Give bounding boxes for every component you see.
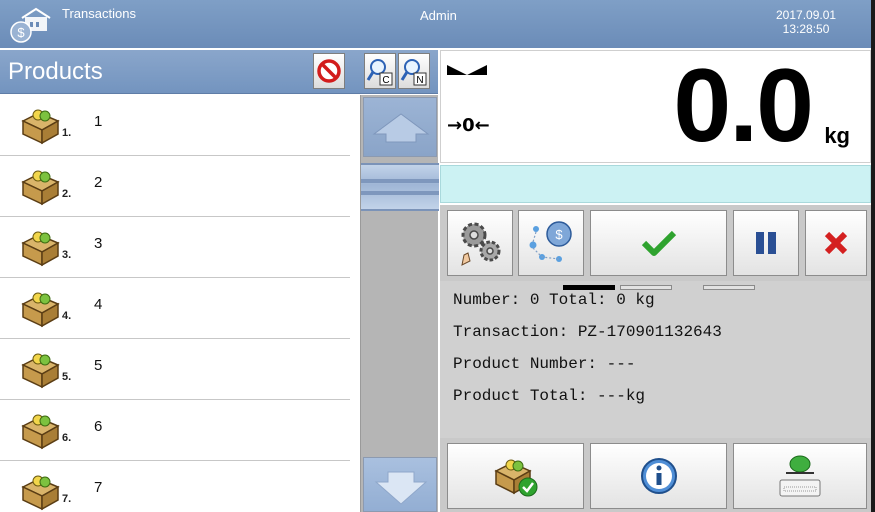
- list-item[interactable]: 7. 7: [0, 461, 350, 512]
- item-index: 5.: [62, 371, 72, 383]
- product-box-icon: [20, 408, 62, 450]
- product-box-icon: [20, 225, 62, 267]
- search-n-icon: N: [400, 59, 427, 86]
- transaction-text: Transaction: PZ-170901132643: [453, 323, 722, 341]
- item-name: 1: [94, 113, 103, 130]
- no-entry-icon: [317, 59, 341, 83]
- product-box-icon: [20, 103, 62, 145]
- function-toolbar: $: [440, 205, 871, 281]
- list-item[interactable]: 4. 4: [0, 278, 350, 339]
- svg-text:$: $: [555, 227, 563, 242]
- thumb-grip: [361, 191, 439, 195]
- app-window: $ Transactions Admin 2017.09.01 13:28:50…: [0, 0, 875, 512]
- svg-text:N: N: [416, 75, 423, 86]
- item-name: 2: [94, 174, 103, 191]
- accept-button[interactable]: [590, 210, 727, 276]
- product-box-icon: [20, 164, 62, 206]
- products-header: Products C N: [0, 50, 438, 94]
- products-title: Products: [8, 58, 103, 85]
- svg-text:$: $: [17, 25, 25, 40]
- info-button[interactable]: [590, 443, 727, 509]
- datetime: 2017.09.01 13:28:50: [776, 8, 836, 36]
- search-code-button[interactable]: C: [364, 53, 396, 89]
- stability-icon: [447, 63, 487, 82]
- product-total-text: Product Total: ---kg: [453, 387, 646, 405]
- list-item[interactable]: 1. 1: [0, 95, 350, 156]
- svg-text:C: C: [382, 75, 389, 86]
- item-name: 6: [94, 418, 103, 435]
- page-tab-2[interactable]: [620, 285, 672, 290]
- date-text: 2017.09.01: [776, 8, 837, 22]
- list-scrollbar[interactable]: [360, 95, 439, 512]
- item-index: 3.: [62, 249, 72, 261]
- connection-button[interactable]: $: [518, 210, 584, 276]
- number-total-text: Number: 0 Total: 0 kg: [453, 291, 655, 309]
- product-box-icon: [20, 347, 62, 389]
- pause-icon: [756, 232, 776, 254]
- checkmark-icon: [641, 230, 676, 256]
- product-number-text: Product Number: ---: [453, 355, 636, 373]
- list-item[interactable]: 5. 5: [0, 339, 350, 400]
- window-title: Transactions: [62, 6, 136, 21]
- scroll-thumb[interactable]: [361, 163, 439, 211]
- item-name: 3: [94, 235, 103, 252]
- product-accept-button[interactable]: [447, 443, 584, 509]
- item-name: 4: [94, 296, 103, 313]
- list-item[interactable]: 2. 2: [0, 156, 350, 217]
- title-bar: $ Transactions Admin 2017.09.01 13:28:50: [0, 0, 875, 48]
- pause-button[interactable]: [733, 210, 799, 276]
- item-index: 4.: [62, 310, 72, 322]
- zero-indicator: →0←: [447, 115, 490, 136]
- page-tab-1[interactable]: [563, 285, 615, 290]
- printer-icon: [779, 455, 821, 497]
- network-coin-icon: $: [529, 221, 572, 262]
- product-box-icon: [20, 469, 62, 511]
- clear-filter-button[interactable]: [313, 53, 345, 89]
- frame-border: [871, 0, 875, 512]
- product-list: 1. 1 2. 2 3. 3 4. 4 5. 5 6. 6 7. 7: [0, 95, 360, 512]
- product-box-icon: [20, 286, 62, 328]
- user-label: Admin: [420, 8, 457, 23]
- weight-display: →0← 0.0 kg: [440, 48, 871, 164]
- scroll-up-button[interactable]: [363, 97, 437, 157]
- item-index: 7.: [62, 493, 72, 505]
- item-index: 1.: [62, 127, 72, 139]
- print-button[interactable]: [733, 443, 867, 509]
- settings-button[interactable]: [447, 210, 513, 276]
- weight-unit: kg: [824, 123, 850, 148]
- arrow-up-icon: [372, 113, 430, 143]
- page-tab-3[interactable]: [703, 285, 755, 290]
- item-index: 6.: [62, 432, 72, 444]
- box-check-icon: [493, 459, 537, 497]
- search-name-button[interactable]: N: [398, 53, 430, 89]
- gears-icon: [461, 222, 501, 266]
- x-icon: [824, 231, 848, 255]
- info-bar: [440, 165, 871, 203]
- transaction-details: Number: 0 Total: 0 kg Transaction: PZ-17…: [440, 281, 871, 438]
- list-item[interactable]: 6. 6: [0, 400, 350, 461]
- cancel-button[interactable]: [805, 210, 867, 276]
- arrow-down-icon: [374, 471, 428, 505]
- time-text: 13:28:50: [782, 22, 830, 36]
- bottom-toolbar: [440, 438, 871, 512]
- info-icon: [640, 458, 677, 494]
- scale-money-icon: $: [8, 4, 52, 46]
- list-item[interactable]: 3. 3: [0, 217, 350, 278]
- scroll-down-button[interactable]: [363, 457, 437, 512]
- weight-value: 0.0: [673, 48, 814, 164]
- item-name: 7: [94, 479, 103, 496]
- thumb-grip: [361, 179, 439, 183]
- item-name: 5: [94, 357, 103, 374]
- search-c-icon: C: [366, 59, 393, 86]
- item-index: 2.: [62, 188, 72, 200]
